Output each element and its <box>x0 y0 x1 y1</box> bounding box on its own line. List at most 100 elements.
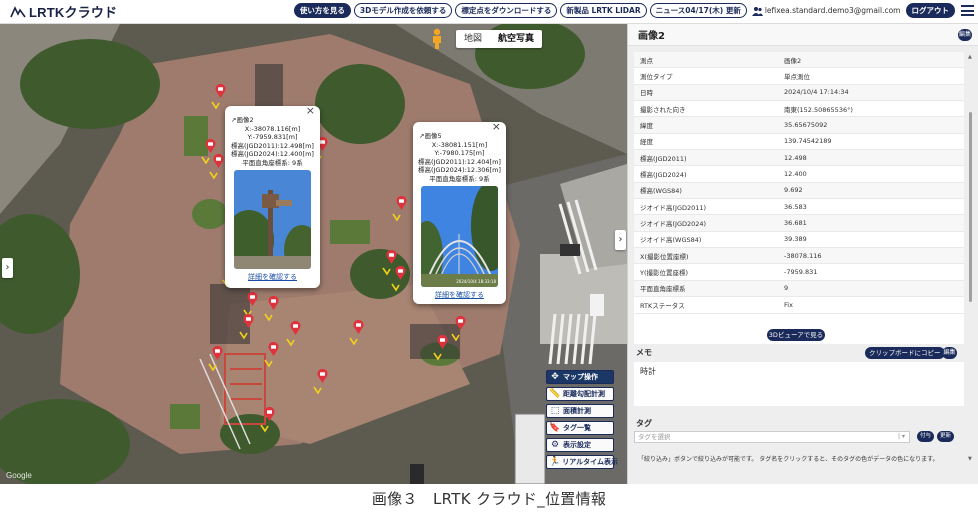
view-details-link[interactable]: 詳細を確認する <box>413 291 506 300</box>
new-product-button[interactable]: 新製品 LRTK LIDAR <box>560 3 647 18</box>
figure-caption: 画像３ LRTK クラウド_位置情報 <box>371 490 607 508</box>
tag-select[interactable]: タグを選択 | ▾ <box>634 431 910 443</box>
direction-arrow-icon <box>392 213 401 222</box>
table-row: Y(撮影位置座標) -7959.831 <box>634 264 964 281</box>
table-row: 測位タイプ 単点測位 <box>634 68 964 85</box>
close-icon[interactable]: × <box>492 121 501 131</box>
row-value: 9.692 <box>784 186 803 195</box>
photo-marker-icon[interactable] <box>317 369 328 383</box>
row-value: Fix <box>784 300 793 309</box>
popup-plane-system: 平面直角座標系: 9系 <box>429 174 490 183</box>
request-3d-model-button[interactable]: 3Dモデル作成を依頼する <box>353 3 453 18</box>
direction-arrow-icon <box>433 352 442 361</box>
map-view[interactable]: 地図 航空写真 › › × ↗画像2 X:-38078.116[m] Y:-79… <box>0 24 627 484</box>
logout-button[interactable]: ログアウト <box>905 3 955 18</box>
add-tag-button[interactable]: 付与 <box>917 431 935 442</box>
open-3d-viewer-button[interactable]: 3Dビューアで見る <box>767 329 825 341</box>
photo-marker-icon[interactable] <box>386 250 397 264</box>
photo-marker-icon[interactable] <box>268 342 279 356</box>
ruler-icon: 📏 <box>549 389 561 399</box>
row-value: 12.400 <box>784 170 807 179</box>
photo-marker-icon[interactable] <box>395 266 406 280</box>
popup-photo[interactable]: 2024/10/4 18:33:18 <box>421 186 498 287</box>
direction-arrow-icon <box>349 337 358 346</box>
scroll-down-icon[interactable]: ▼ <box>968 456 972 462</box>
bookmark-icon: 🔖 <box>549 423 561 433</box>
photo-marker-icon[interactable] <box>353 320 364 334</box>
row-value: 36.583 <box>784 202 807 211</box>
download-control-points-button[interactable]: 標定点をダウンロードする <box>455 3 558 18</box>
photo-marker-icon[interactable] <box>268 296 279 310</box>
table-row: 経度 139.74542189 <box>634 134 964 151</box>
area-icon: ⬚ <box>550 406 560 416</box>
photo-marker-icon[interactable] <box>437 335 448 349</box>
direction-arrow-icon <box>451 333 460 342</box>
row-value: 39.389 <box>784 235 807 244</box>
table-row: 測点 画像2 <box>634 52 964 69</box>
photo-marker-icon[interactable] <box>215 84 226 98</box>
photo-marker-icon[interactable] <box>213 154 224 168</box>
map-type-map-button[interactable]: 地図 <box>456 30 490 48</box>
copy-to-clipboard-button[interactable]: クリップボードにコピー <box>865 347 945 359</box>
direction-arrow-icon <box>209 171 218 180</box>
row-key: ジオイド高(JGD2024) <box>640 220 707 229</box>
photo-marker-icon[interactable] <box>205 139 216 153</box>
table-row: 日時 2024/10/4 17:14:34 <box>634 84 964 102</box>
user-account[interactable]: lefixea.standard.demo3@gmail.com <box>751 6 901 16</box>
table-row: 平面直角座標系 9 <box>634 280 964 298</box>
row-key: 測位タイプ <box>640 73 673 82</box>
tool-distance-gradient[interactable]: 📏 距離勾配計測 <box>546 387 614 401</box>
table-row: 撮影された向き 南東(152.50865536°) <box>634 101 964 118</box>
row-key: Y(撮影位置座標) <box>640 269 689 278</box>
row-value: 35.65675092 <box>784 121 828 130</box>
street-view-pegman-icon[interactable] <box>430 28 444 50</box>
popup-elev-2011: 標高(JGD2011):12.498[m] <box>231 141 314 150</box>
info-popup-image2: × ↗画像2 X:-38078.116[m] Y:-7959.831[m] 標高… <box>225 105 320 288</box>
tool-tag-list[interactable]: 🔖 タグ一覧 <box>546 421 614 435</box>
photo-marker-icon[interactable] <box>290 321 301 335</box>
logo-text: LRTKクラウド <box>29 5 118 20</box>
panel-scrollbar[interactable]: ▲ <box>968 54 973 324</box>
tool-display-settings[interactable]: ⚙ 表示設定 <box>546 438 614 452</box>
edit-button[interactable]: 編集 <box>958 29 972 41</box>
photo-marker-icon[interactable] <box>396 196 407 210</box>
info-popup-image5: × ↗画像5 X:-38081.151[m] Y:-7980.175[m] 標高… <box>413 121 506 304</box>
collapse-right-panel-button[interactable]: › <box>615 230 626 250</box>
row-value: 画像2 <box>784 56 802 65</box>
tool-realtime[interactable]: 🏃 リアルタイム表示 <box>546 455 618 469</box>
row-key: 平面直角座標系 <box>640 285 686 294</box>
table-row: 標高(JGD2024) 12.400 <box>634 166 964 183</box>
how-to-button[interactable]: 使い方を見る <box>293 3 351 18</box>
menu-icon[interactable] <box>961 5 974 16</box>
row-value: 南東(152.50865536°) <box>784 105 853 114</box>
popup-x: X:-38078.116[m] <box>244 124 301 133</box>
map-type-aerial-button[interactable]: 航空写真 <box>490 30 542 48</box>
direction-arrow-icon <box>211 101 220 110</box>
user-email: lefixea.standard.demo3@gmail.com <box>764 6 901 15</box>
photo-marker-icon[interactable] <box>243 314 254 328</box>
expand-left-panel-button[interactable]: › <box>2 258 13 278</box>
logo[interactable]: LRTKクラウド <box>10 2 117 21</box>
popup-elev-2024: 標高(JGD2024):12.400[m] <box>231 150 314 158</box>
close-icon[interactable]: × <box>306 105 315 115</box>
top-bar: LRTKクラウド 使い方を見る 3Dモデル作成を依頼する 標定点をダウンロードす… <box>0 0 978 24</box>
tool-map-operation[interactable]: ✥ マップ操作 <box>546 370 614 384</box>
photo-marker-icon[interactable] <box>247 292 258 306</box>
attribute-table: 測点 画像2 測位タイプ 単点測位 日時 2024/10/4 17:14:34 撮影された向… <box>634 52 964 344</box>
table-row: RTKステータス Fix <box>634 297 964 314</box>
direction-arrow-icon <box>201 156 210 165</box>
view-details-link[interactable]: 詳細を確認する <box>225 273 320 282</box>
update-tag-button[interactable]: 更新 <box>937 431 955 442</box>
popup-photo[interactable] <box>234 170 311 269</box>
detail-panel: 画像2 編集 測点 画像2 測位タイプ 単点測位 日時 2024/10/4 17:14:3… <box>627 24 978 484</box>
table-row: X(撮影位置座標) -38078.116 <box>634 248 964 265</box>
photo-marker-icon[interactable] <box>212 346 223 360</box>
direction-arrow-icon <box>208 363 217 372</box>
row-key: 日時 <box>640 89 653 98</box>
direction-arrow-icon <box>391 283 400 292</box>
news-button[interactable]: ニュース04/17(木) 更新 <box>649 3 747 18</box>
photo-marker-icon[interactable] <box>264 407 275 421</box>
tool-area[interactable]: ⬚ 面積計測 <box>546 404 614 418</box>
photo-marker-icon[interactable] <box>455 316 466 330</box>
memo-edit-button[interactable]: 編集 <box>942 347 957 359</box>
